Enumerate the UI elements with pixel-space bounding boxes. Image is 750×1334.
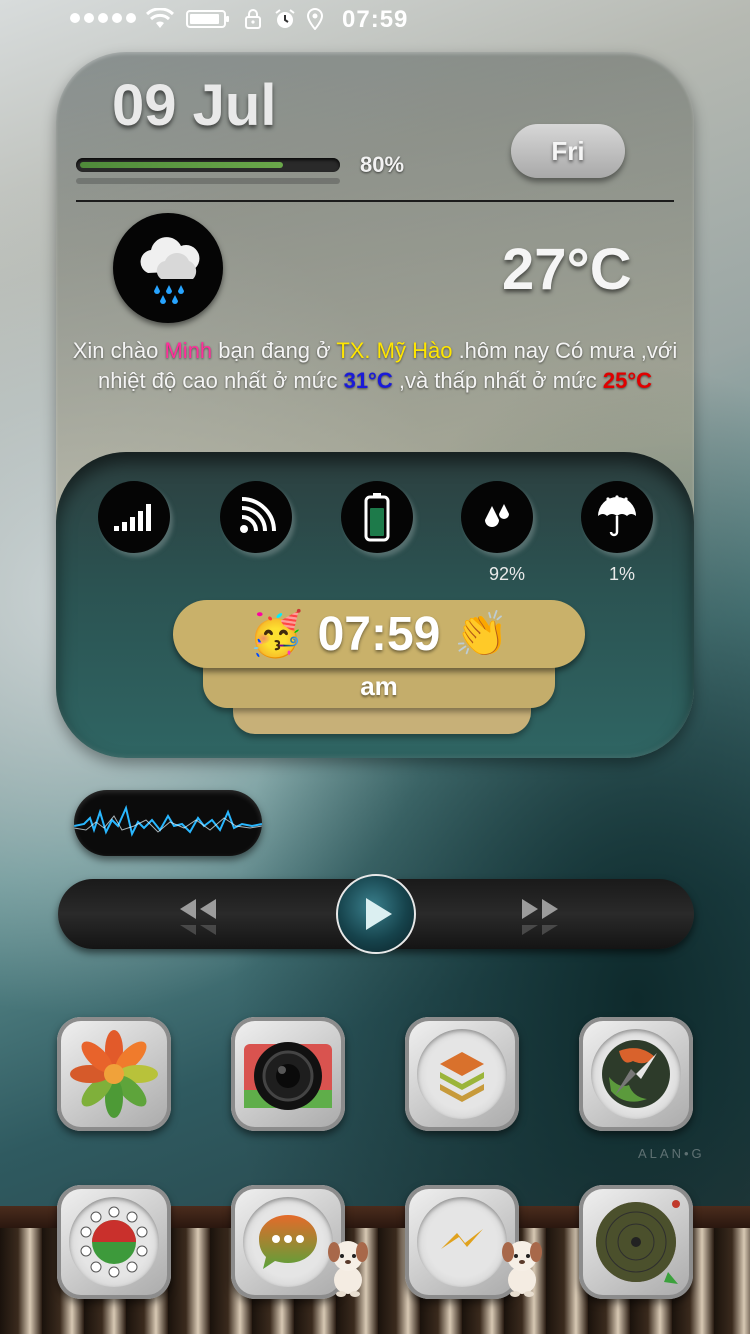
status-bar: 07:59 [0, 0, 750, 40]
play-icon [366, 898, 392, 930]
location-name: TX. Mỹ Hào [336, 338, 453, 363]
orientation-lock-icon [245, 9, 261, 29]
rain-cloud-icon [113, 213, 223, 323]
clock-time: 07:59 [317, 607, 441, 661]
stack-app-icon[interactable] [405, 1017, 519, 1131]
high-temp: 31°C [343, 368, 393, 393]
radar-app-icon[interactable] [579, 1185, 693, 1299]
low-temp: 25°C [602, 368, 653, 393]
current-temperature: 27°C [502, 237, 632, 302]
fast-forward-icon[interactable] [518, 895, 562, 939]
compass-app-icon[interactable] [579, 1017, 693, 1131]
puppy-sticker [328, 1241, 368, 1297]
rain-chance-value: 1% [608, 564, 635, 584]
alarm-icon [275, 9, 295, 28]
phone-app-icon[interactable] [57, 1185, 171, 1299]
progress-percent: 80% [360, 152, 405, 177]
clock-pill: 🥳 07:59 👏 [173, 600, 585, 668]
cellular-signal-icon [98, 481, 170, 553]
humidity-value: 92% [488, 564, 526, 584]
clock-pill-base [233, 704, 531, 734]
play-button[interactable] [336, 874, 416, 954]
clock-period: am [203, 664, 555, 708]
progress-bar [76, 158, 340, 172]
progress-bar-reflection [76, 178, 340, 184]
battery-level-icon [341, 481, 413, 553]
status-time: 07:59 [342, 6, 409, 33]
rewind-icon[interactable] [176, 895, 220, 939]
audio-visualizer [74, 790, 262, 856]
wifi-icon [146, 8, 174, 28]
user-name: Minh [164, 338, 213, 363]
signal-dots-icon [70, 13, 136, 23]
wifi-signal-icon [220, 481, 292, 553]
party-emoji: 🥳 [248, 610, 304, 659]
day-pill: Fri [511, 124, 625, 178]
umbrella-icon [581, 481, 653, 553]
widget-date: 09 Jul [112, 73, 277, 138]
humidity-icon [461, 481, 533, 553]
weather-greeting: Xin chào Minh bạn đang ở TX. Mỹ Hào .hôm… [72, 338, 678, 393]
battery-icon [186, 10, 229, 28]
camera-app-icon[interactable] [231, 1017, 345, 1131]
puppy-sticker [502, 1241, 542, 1297]
divider [76, 200, 674, 202]
watermark: ALAN•G [638, 1146, 705, 1161]
location-icon [306, 8, 324, 30]
photos-app-icon[interactable] [57, 1017, 171, 1131]
clap-emoji: 👏 [454, 610, 510, 659]
